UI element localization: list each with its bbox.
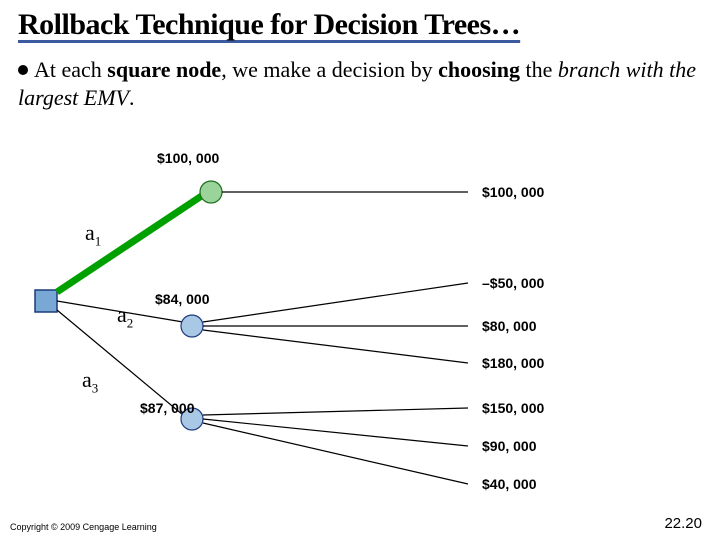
a2-value: $84, 000 — [155, 291, 210, 307]
a1-label: a1 — [85, 220, 101, 249]
a3-outcome-2: $40, 000 — [482, 476, 537, 492]
body-prefix: At each — [34, 57, 107, 82]
a3-outcome-1: $90, 000 — [482, 438, 537, 454]
body-mid: , we make a decision by — [221, 57, 438, 82]
a3-label: a3 — [82, 367, 98, 396]
a2-outcome-2: $180, 000 — [482, 355, 544, 371]
a2-outcome-1: $80, 000 — [482, 318, 537, 334]
a1-value: $100, 000 — [157, 150, 219, 166]
bullet-icon — [18, 65, 28, 75]
a2-outcome-0: –$50, 000 — [482, 275, 544, 291]
body-end: . — [129, 85, 135, 110]
body-b2: choosing — [438, 57, 520, 82]
slide-number: 22.20 — [664, 515, 702, 532]
a2-label: a2 — [117, 302, 133, 331]
a1-outcome: $100, 000 — [482, 184, 544, 200]
body-suffix: the — [520, 57, 558, 82]
body-b1: square node — [107, 57, 221, 82]
slide-title: Rollback Technique for Decision Trees… — [18, 8, 702, 42]
a3-outcome-0: $150, 000 — [482, 400, 544, 416]
copyright: Copyright © 2009 Cengage Learning — [10, 522, 157, 532]
a3-value: $87, 000 — [140, 400, 195, 416]
body-text: At each square node, we make a decision … — [18, 56, 698, 111]
